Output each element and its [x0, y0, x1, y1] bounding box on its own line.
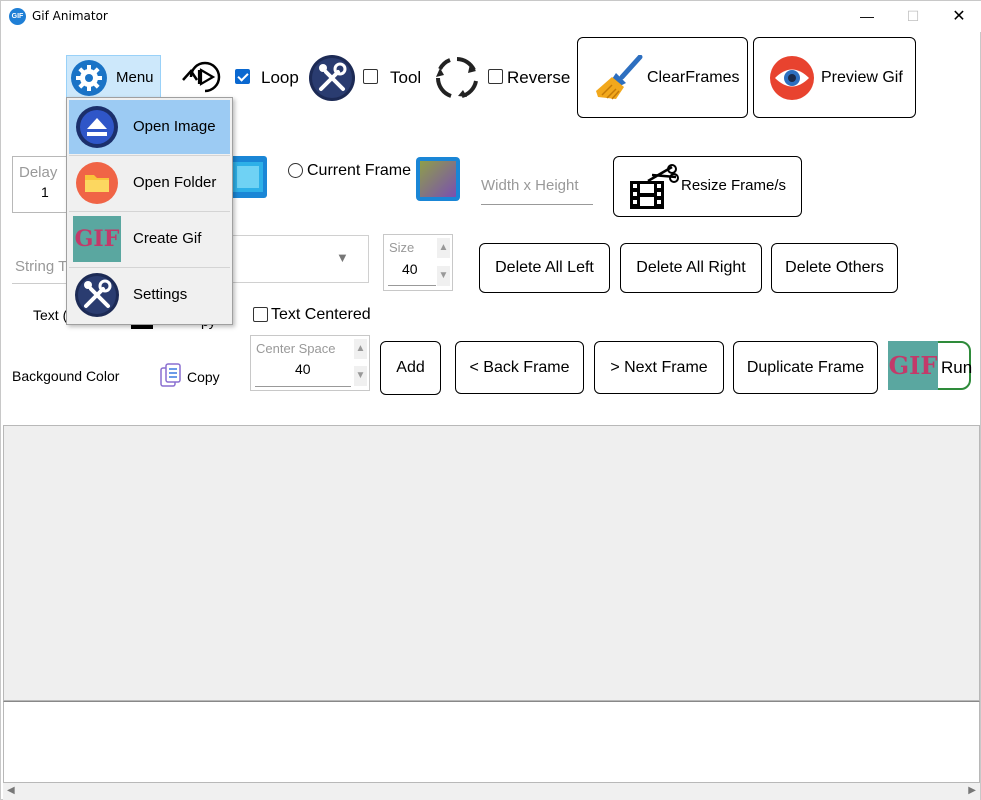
horizontal-scrollbar[interactable]: ◀ ▶	[3, 783, 980, 800]
down-arrow-icon[interactable]: ▼	[354, 366, 367, 386]
gif-icon: GIF	[888, 341, 938, 390]
tool-checkbox[interactable]	[363, 69, 378, 84]
text-centered-checkbox[interactable]	[253, 307, 268, 322]
broom-icon	[596, 55, 643, 100]
delay-value[interactable]: 1	[41, 184, 49, 200]
delay-spinbox[interactable]: Delay 1	[12, 156, 72, 213]
frames-strip-panel[interactable]	[3, 701, 980, 783]
scroll-right-icon[interactable]: ▶	[968, 785, 976, 796]
eject-icon	[76, 106, 118, 148]
size-caption: Size	[389, 240, 415, 255]
copy-icon[interactable]	[159, 363, 183, 389]
background-color-label: Backgound Color	[12, 368, 120, 384]
add-button[interactable]: Add	[380, 341, 441, 395]
up-arrow-icon[interactable]: ▲	[354, 339, 367, 359]
tools-icon	[309, 55, 355, 101]
clear-frames-button[interactable]: ClearFrames	[577, 37, 748, 118]
size-input[interactable]: Width x Height	[481, 171, 593, 205]
copy-label[interactable]: Copy	[187, 369, 220, 385]
clear-frames-label: ClearFrames	[647, 69, 740, 86]
size-spinbox[interactable]: Size 40 ▲ ▼	[383, 234, 453, 291]
delete-others-button[interactable]: Delete Others	[771, 243, 898, 293]
center-space-underline	[255, 386, 351, 387]
preview-gif-label: Preview Gif	[821, 69, 903, 86]
app-window: GIF Gif Animator — ☐ ✕ Menu Loop Tool Re…	[0, 0, 981, 800]
text-color-label: Text (	[33, 307, 68, 323]
resize-frames-button[interactable]: Resize Frame/s	[613, 156, 802, 217]
scroll-left-icon[interactable]: ◀	[7, 785, 15, 796]
menu-item-open-folder[interactable]: Open Folder	[69, 156, 230, 210]
resize-frames-label: Resize Frame/s	[681, 177, 787, 194]
size-placeholder: Width x Height	[481, 177, 579, 194]
center-space-spinbox[interactable]: Center Space 40 ▲ ▼	[250, 335, 370, 391]
next-frame-button[interactable]: > Next Frame	[594, 341, 724, 394]
tools-icon	[75, 273, 119, 317]
settings-label: Settings	[133, 286, 188, 303]
chevron-down-icon: ▼	[336, 250, 349, 265]
delete-all-right-button[interactable]: Delete All Right	[620, 243, 762, 293]
delay-caption: Delay	[19, 164, 58, 181]
close-button[interactable]: ✕	[936, 1, 981, 32]
current-frame-radio[interactable]	[288, 163, 303, 178]
frame-icon	[416, 157, 460, 201]
size-underline	[388, 285, 436, 286]
loop-checkbox[interactable]	[235, 69, 250, 84]
create-gif-label: Create Gif	[133, 230, 202, 247]
up-arrow-icon[interactable]: ▲	[437, 238, 450, 258]
reverse-label: Reverse	[507, 68, 571, 87]
back-frame-button[interactable]: < Back Frame	[455, 341, 584, 394]
string-text-input[interactable]: String T	[12, 248, 72, 284]
all-frames-icon	[229, 156, 267, 198]
run-label: Run	[941, 358, 973, 377]
window-title: Gif Animator	[32, 9, 108, 23]
title-bar: GIF Gif Animator — ☐ ✕	[1, 1, 981, 32]
gif-icon: GIF	[73, 216, 121, 262]
duplicate-frame-button[interactable]: Duplicate Frame	[733, 341, 878, 394]
menu-item-create-gif[interactable]: GIF Create Gif	[69, 212, 230, 266]
reverse-icon	[436, 57, 478, 98]
gear-icon	[71, 60, 107, 96]
text-centered-label: Text Centered	[271, 306, 371, 323]
film-scissors-icon	[630, 164, 679, 209]
run-button[interactable]: GIF Run	[888, 341, 973, 390]
center-space-value[interactable]: 40	[295, 361, 311, 377]
menu-button[interactable]: Menu	[66, 55, 161, 99]
delete-all-left-button[interactable]: Delete All Left	[479, 243, 610, 293]
loop-icon	[182, 61, 221, 93]
center-space-caption: Center Space	[256, 341, 336, 356]
loop-label: Loop	[261, 68, 299, 87]
minimize-button[interactable]: —	[844, 1, 890, 32]
maximize-button[interactable]: ☐	[890, 1, 936, 32]
menu-item-settings[interactable]: Settings	[69, 268, 230, 322]
open-folder-label: Open Folder	[133, 174, 217, 191]
folder-icon	[76, 162, 118, 204]
string-text-placeholder: String T	[15, 258, 68, 275]
reverse-checkbox[interactable]	[488, 69, 503, 84]
preview-gif-button[interactable]: Preview Gif	[753, 37, 916, 118]
frame-canvas-area[interactable]	[3, 425, 980, 701]
menu-label: Menu	[116, 69, 154, 86]
tool-label: Tool	[390, 68, 422, 87]
size-value[interactable]: 40	[402, 261, 418, 277]
current-frame-label: Current Frame	[307, 162, 412, 179]
down-arrow-icon[interactable]: ▼	[437, 266, 450, 286]
gif-app-icon: GIF	[9, 8, 26, 25]
font-dropdown[interactable]: ▼	[231, 235, 369, 283]
menu-item-open-image[interactable]: Open Image	[69, 100, 230, 154]
menu-dropdown: Open Image Open Folder GIF Create Gif Se…	[66, 97, 233, 325]
open-image-label: Open Image	[133, 118, 216, 135]
eye-icon	[770, 56, 814, 100]
